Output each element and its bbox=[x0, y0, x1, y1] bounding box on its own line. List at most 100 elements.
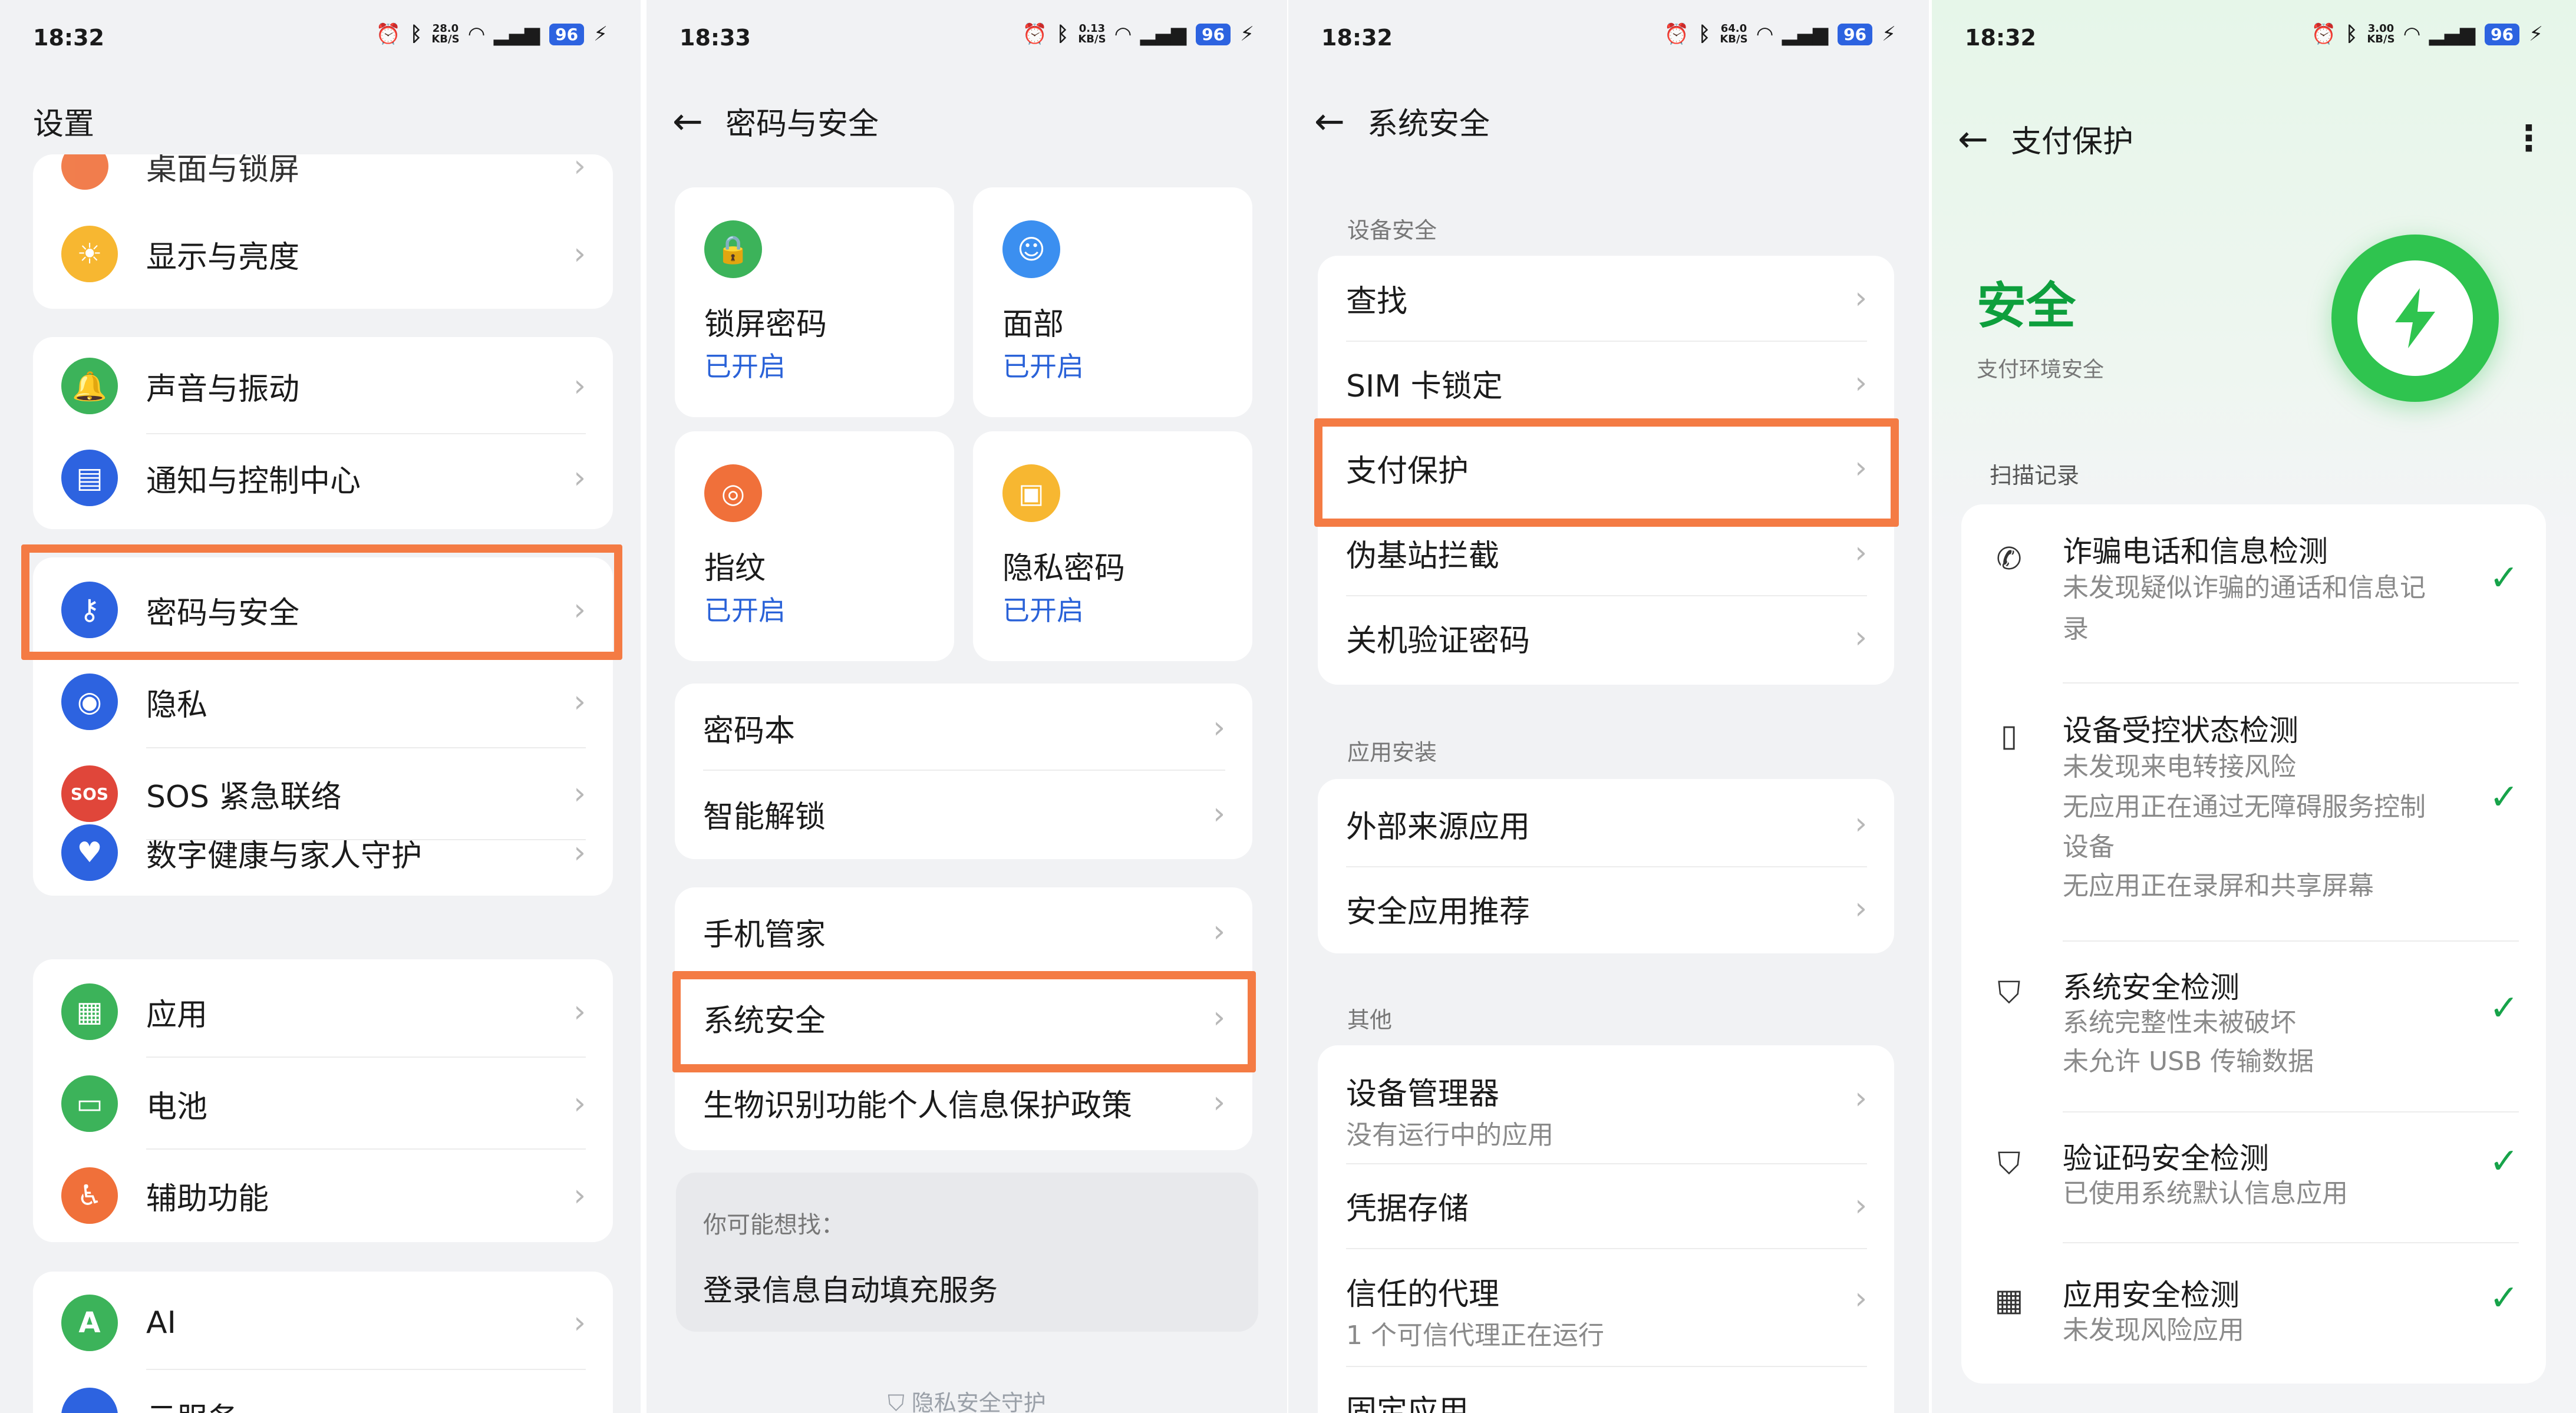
charging-icon: ⚡ bbox=[1882, 22, 1896, 46]
password-group-1: 密码本 › 智能解锁 › bbox=[675, 684, 1252, 859]
item-credential-storage[interactable]: 凭据存储 › bbox=[1318, 1163, 1894, 1248]
page-title: 密码与安全 bbox=[725, 106, 879, 142]
tile-fingerprint[interactable]: ◎ 指纹 已开启 bbox=[675, 431, 954, 661]
accessibility-icon: ♿ bbox=[61, 1167, 118, 1224]
settings-item-digital-health[interactable]: ♥ 数字健康与家人守护 › bbox=[33, 814, 613, 891]
settings-item-sound[interactable]: 🔔 声音与振动 › bbox=[33, 348, 613, 424]
chevron-right-icon: › bbox=[1855, 280, 1867, 316]
item-safe-app-recommend[interactable]: 安全应用推荐 › bbox=[1318, 866, 1894, 951]
chevron-right-icon: › bbox=[573, 776, 586, 811]
shield-icon: ⛉ bbox=[888, 1390, 905, 1413]
chevron-right-icon: › bbox=[1855, 806, 1867, 841]
bluetooth-icon: ᛒ bbox=[2345, 22, 2358, 46]
check-icon: ✓ bbox=[2489, 988, 2519, 1029]
signal-icon: ▂▄▆ bbox=[1782, 22, 1829, 46]
chevron-right-icon: › bbox=[1855, 891, 1867, 926]
chevron-right-icon: › bbox=[573, 154, 586, 184]
sos-icon: SOS bbox=[61, 765, 118, 822]
item-pinned-apps[interactable]: 固定应用 bbox=[1318, 1366, 1894, 1413]
back-arrow-icon[interactable]: ← bbox=[672, 100, 725, 143]
fingerprint-icon: ◎ bbox=[704, 464, 762, 522]
settings-item-desktop-lockscreen[interactable]: 桌面与锁屏 › bbox=[33, 154, 613, 196]
other-group: 设备管理器 没有运行中的应用 › 凭据存储 › 信任的代理 1 个可信代理正在运… bbox=[1318, 1045, 1894, 1413]
settings-group-display: 桌面与锁屏 › ☀ 显示与亮度 › bbox=[33, 154, 613, 309]
signal-icon: ▂▄▆ bbox=[1140, 22, 1187, 46]
privacy-password-icon: ▣ bbox=[1002, 464, 1060, 522]
shield-icon: ⛉ bbox=[1997, 975, 2021, 1011]
alarm-icon: ⏰ bbox=[1664, 22, 1689, 46]
settings-item-notification[interactable]: ▤ 通知与控制中心 › bbox=[33, 440, 613, 516]
payment-protection-screen: 18:32 ⏰ ᛒ 3.00 KB/S ◠ ▂▄▆ 96 ⚡ ← 支付保护 ⋮ 安… bbox=[1932, 0, 2576, 1413]
system-security-screen: 18:32 ⏰ ᛒ 64.0 KB/S ◠ ▂▄▆ 96 ⚡ ← 系统安全 设备安… bbox=[1288, 0, 1929, 1413]
scan-item-system-security[interactable]: ⛉ 系统安全检测 系统完整性未被破坏 未允许 USB 传输数据 ✓ bbox=[1961, 964, 2546, 1088]
chevron-right-icon: › bbox=[573, 1178, 586, 1213]
bluetooth-icon: ᛒ bbox=[1698, 22, 1711, 46]
settings-item-battery[interactable]: ▭ 电池 › bbox=[33, 1065, 613, 1142]
tile-face[interactable]: ☺ 面部 已开启 bbox=[973, 187, 1252, 417]
back-arrow-icon[interactable]: ← bbox=[1958, 117, 2011, 160]
check-icon: ✓ bbox=[2489, 557, 2519, 599]
item-smart-unlock[interactable]: 智能解锁 › bbox=[675, 775, 1252, 852]
suggestion-autofill-link[interactable]: 登录信息自动填充服务 bbox=[703, 1267, 998, 1309]
scan-item-app-security[interactable]: ▦ 应用安全检测 未发现风险应用 ✓ bbox=[1961, 1272, 2546, 1366]
highlight-box bbox=[21, 544, 622, 660]
alarm-icon: ⏰ bbox=[2311, 22, 2336, 46]
chevron-right-icon: › bbox=[573, 835, 586, 870]
highlight-box bbox=[1314, 418, 1899, 527]
scan-item-fraud-call[interactable]: ✆ 诈骗电话和信息检测 未发现疑似诈骗的通话和信息记 录 ✓ bbox=[1961, 528, 2546, 675]
apps-icon: ▦ bbox=[61, 983, 118, 1040]
privacy-footer: ⛉ 隐私安全守护 bbox=[647, 1385, 1287, 1413]
chevron-right-icon: › bbox=[1855, 535, 1867, 570]
network-speed: 28.0 KB/S bbox=[431, 22, 460, 45]
item-password-book[interactable]: 密码本 › bbox=[675, 689, 1252, 766]
settings-group-sound: 🔔 声音与振动 › ▤ 通知与控制中心 › bbox=[33, 337, 613, 529]
scan-item-device-control[interactable]: ▯ 设备受控状态检测 未发现来电转接风险 无应用正在通过无障碍服务控制 设备 无… bbox=[1961, 707, 2546, 943]
item-biometric-policy[interactable]: 生物识别功能个人信息保护政策 › bbox=[675, 1064, 1252, 1141]
highlight-box bbox=[672, 971, 1256, 1072]
item-sim-lock[interactable]: SIM 卡锁定 › bbox=[1318, 341, 1894, 425]
settings-item-cloud[interactable]: ☁ 云服务 bbox=[33, 1378, 613, 1413]
item-trust-agents[interactable]: 信任的代理 1 个可信代理正在运行 › bbox=[1318, 1248, 1894, 1366]
tile-privacy-password[interactable]: ▣ 隐私密码 已开启 bbox=[973, 431, 1252, 661]
lightning-icon bbox=[2395, 288, 2435, 348]
section-other: 其他 bbox=[1347, 1007, 1393, 1033]
face-icon: ☺ bbox=[1002, 220, 1060, 278]
phone-icon: ✆ bbox=[1996, 542, 2022, 577]
chevron-right-icon: › bbox=[1855, 1081, 1867, 1116]
privacy-icon: ◉ bbox=[61, 674, 118, 730]
settings-item-ai[interactable]: A AI › bbox=[33, 1285, 613, 1361]
status-time: 18:32 bbox=[33, 25, 104, 51]
scan-item-verification-code[interactable]: ⛉ 验证码安全检测 已使用系统默认信息应用 ✓ bbox=[1961, 1135, 2546, 1229]
bluetooth-icon: ᛒ bbox=[1056, 22, 1069, 46]
charging-icon: ⚡ bbox=[2529, 22, 2543, 46]
section-app-install: 应用安装 bbox=[1347, 739, 1437, 765]
chevron-right-icon: › bbox=[1855, 365, 1867, 401]
password-security-screen: 18:33 ⏰ ᛒ 0.13 KB/S ◠ ▂▄▆ 96 ⚡ ← 密码与安全 🔒 … bbox=[647, 0, 1287, 1413]
more-menu-icon[interactable]: ⋮ bbox=[2511, 118, 2547, 159]
chevron-right-icon: › bbox=[573, 1305, 586, 1341]
item-find[interactable]: 查找 › bbox=[1318, 256, 1894, 341]
chevron-right-icon: › bbox=[573, 460, 586, 496]
item-phone-manager[interactable]: 手机管家 › bbox=[675, 893, 1252, 970]
app-install-group: 外部来源应用 › 安全应用推荐 › bbox=[1318, 779, 1894, 953]
chevron-right-icon: › bbox=[573, 236, 586, 272]
settings-item-apps[interactable]: ▦ 应用 › bbox=[33, 973, 613, 1050]
page-title: 系统安全 bbox=[1367, 106, 1490, 142]
settings-item-privacy[interactable]: ◉ 隐私 › bbox=[33, 663, 613, 740]
item-device-manager[interactable]: 设备管理器 没有运行中的应用 › bbox=[1318, 1045, 1894, 1163]
back-arrow-icon[interactable]: ← bbox=[1314, 100, 1367, 143]
item-shutdown-password[interactable]: 关机验证密码 › bbox=[1318, 595, 1894, 680]
ai-icon: A bbox=[61, 1295, 118, 1351]
settings-item-display[interactable]: ☀ 显示与亮度 › bbox=[33, 216, 613, 292]
bluetooth-icon: ᛒ bbox=[410, 22, 423, 46]
desktop-icon bbox=[61, 154, 108, 190]
suggestion-card: 你可能想找： 登录信息自动填充服务 bbox=[676, 1173, 1258, 1332]
item-external-source[interactable]: 外部来源应用 › bbox=[1318, 781, 1894, 866]
settings-item-accessibility[interactable]: ♿ 辅助功能 › bbox=[33, 1157, 613, 1234]
chevron-right-icon: › bbox=[573, 684, 586, 719]
wifi-icon: ◠ bbox=[1757, 22, 1773, 46]
tile-lockscreen-password[interactable]: 🔒 锁屏密码 已开启 bbox=[675, 187, 954, 417]
notification-icon: ▤ bbox=[61, 450, 118, 506]
scan-record-label: 扫描记录 bbox=[1990, 463, 2080, 488]
lock-icon: 🔒 bbox=[704, 220, 762, 278]
